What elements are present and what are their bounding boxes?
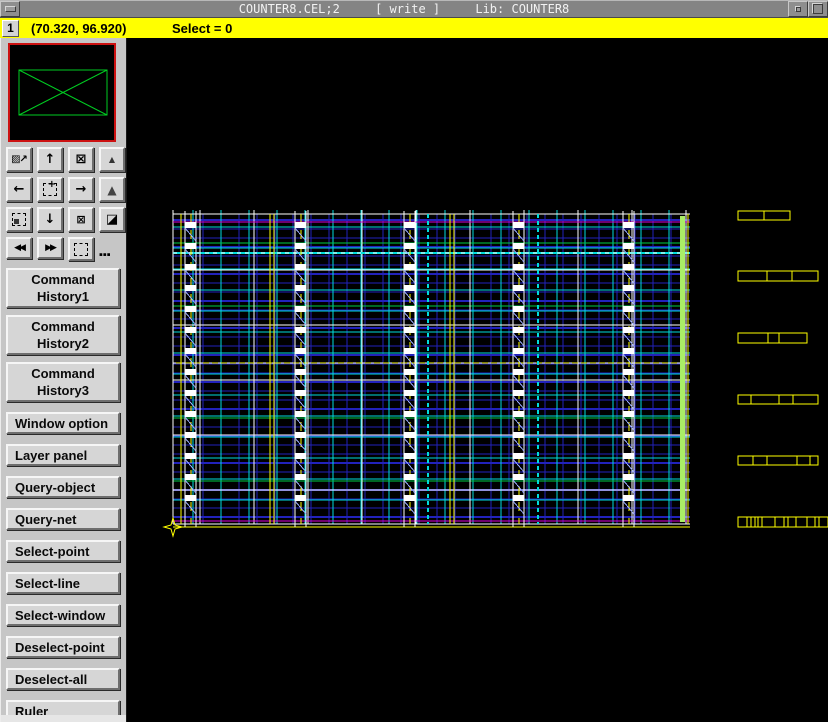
redraw-button[interactable]: ▨↗ (6, 147, 32, 172)
grid-navy (173, 214, 690, 524)
sidebar: ▨↗ ↑ ⊠ ▲ ← + → ▲ ↓ ⊠ ◪ (0, 38, 127, 722)
query-net-button[interactable]: Query-net (6, 508, 120, 530)
zoom-out-button[interactable]: ⊠ (68, 207, 94, 232)
command-history-3-button[interactable]: Command History3 (6, 362, 120, 402)
deselect-point-button[interactable]: Deselect-point (6, 636, 120, 658)
pan-window-icon (12, 213, 26, 226)
library-name: Lib: COUNTER8 (475, 2, 569, 16)
overview-thumbnail (10, 45, 114, 140)
green-power-bar (680, 216, 685, 522)
layout-svg[interactable] (127, 38, 828, 722)
pan-left-button[interactable]: ← (6, 177, 32, 202)
via-ladders (185, 211, 634, 527)
next-view-button[interactable]: ▶▶ (37, 237, 63, 259)
magenta-rails (173, 222, 690, 521)
zoom-fit-button[interactable]: ⊠ (68, 147, 94, 172)
previous-view-button[interactable]: ◀◀ (6, 237, 32, 259)
yellow-rails (173, 214, 690, 527)
maximize-icon (813, 4, 823, 14)
overview-window[interactable] (8, 43, 116, 142)
arrow-up-icon: ↑ (45, 152, 56, 167)
pan-right-button[interactable]: → (68, 177, 94, 202)
redraw-icon: ▨↗ (11, 154, 27, 165)
cursor-coordinates: (70.320, 96.920) (31, 21, 126, 36)
application-window: COUNTER8.CEL;2 [ write ] Lib: COUNTER8 1… (0, 0, 828, 722)
arrow-right-icon: → (76, 182, 87, 197)
maximize-button[interactable] (808, 1, 828, 17)
grid-cyan (173, 210, 690, 524)
zoom-out-icon: ⊠ (76, 213, 85, 226)
pan-up-button[interactable]: ↑ (37, 147, 63, 172)
zoom-in-window-icon: + (43, 183, 57, 196)
layout-canvas[interactable] (127, 38, 828, 722)
toolbar-row-4: ◀◀ ▶▶ ▪▪▪ (6, 237, 126, 261)
statusbar: 1 (70.320, 96.920) Select = 0 (0, 18, 828, 38)
deselect-all-button[interactable]: Deselect-all (6, 668, 120, 690)
grid-white (173, 210, 690, 524)
toolbar-row-3: ↓ ⊠ ◪ (6, 207, 126, 232)
peak-large-button[interactable]: ▲ (99, 177, 125, 202)
fill-swatch-button[interactable]: ◪ (99, 207, 125, 232)
peak-large-icon: ▲ (107, 183, 116, 197)
select-window-button[interactable]: Select-window (6, 604, 120, 626)
dashed-guides (173, 214, 690, 524)
window-menu-button[interactable] (0, 1, 20, 17)
minimize-button[interactable] (788, 1, 808, 17)
select-count: Select = 0 (172, 21, 232, 36)
toolbar-row-2: ← + → ▲ (6, 177, 126, 202)
previous-view-icon: ◀◀ (14, 243, 24, 253)
ruler-bars (738, 211, 828, 527)
window-title: COUNTER8.CEL;2 [ write ] Lib: COUNTER8 (20, 2, 788, 16)
main-area: ▨↗ ↑ ⊠ ▲ ← + → ▲ ↓ ⊠ ◪ (0, 38, 828, 722)
next-view-icon: ▶▶ (45, 243, 55, 253)
select-box-button[interactable] (68, 237, 94, 261)
minimize-icon (796, 7, 801, 12)
command-history-1-button[interactable]: Command History1 (6, 268, 120, 308)
query-object-button[interactable]: Query-object (6, 476, 120, 498)
fill-swatch-icon: ◪ (106, 212, 118, 227)
window-menu-icon (5, 6, 16, 12)
arrow-left-icon: ← (14, 182, 25, 197)
window-number-tile: 1 (2, 20, 19, 37)
select-point-button[interactable]: Select-point (6, 540, 120, 562)
zoom-fit-icon: ⊠ (76, 152, 87, 167)
arrow-down-icon: ↓ (45, 212, 56, 227)
peak-small-button[interactable]: ▲ (99, 147, 125, 172)
ruler-button[interactable]: Ruler (6, 700, 120, 722)
peak-small-icon: ▲ (109, 155, 115, 164)
window-option-button[interactable]: Window option (6, 412, 120, 434)
pan-down-button[interactable]: ↓ (37, 207, 63, 232)
titlebar: COUNTER8.CEL;2 [ write ] Lib: COUNTER8 (0, 0, 828, 18)
layer-panel-button[interactable]: Layer panel (6, 444, 120, 466)
write-mode-badge: [ write ] (375, 2, 440, 16)
more-options-icon[interactable]: ▪▪▪ (99, 237, 111, 261)
cell-name: COUNTER8.CEL;2 (239, 2, 340, 16)
select-box-icon (74, 243, 88, 256)
toolbar-row-1: ▨↗ ↑ ⊠ ▲ (6, 147, 126, 172)
zoom-in-window-button[interactable]: + (37, 177, 63, 202)
pan-window-button[interactable] (6, 207, 32, 232)
command-history-2-button[interactable]: Command History2 (6, 315, 120, 355)
select-line-button[interactable]: Select-line (6, 572, 120, 594)
